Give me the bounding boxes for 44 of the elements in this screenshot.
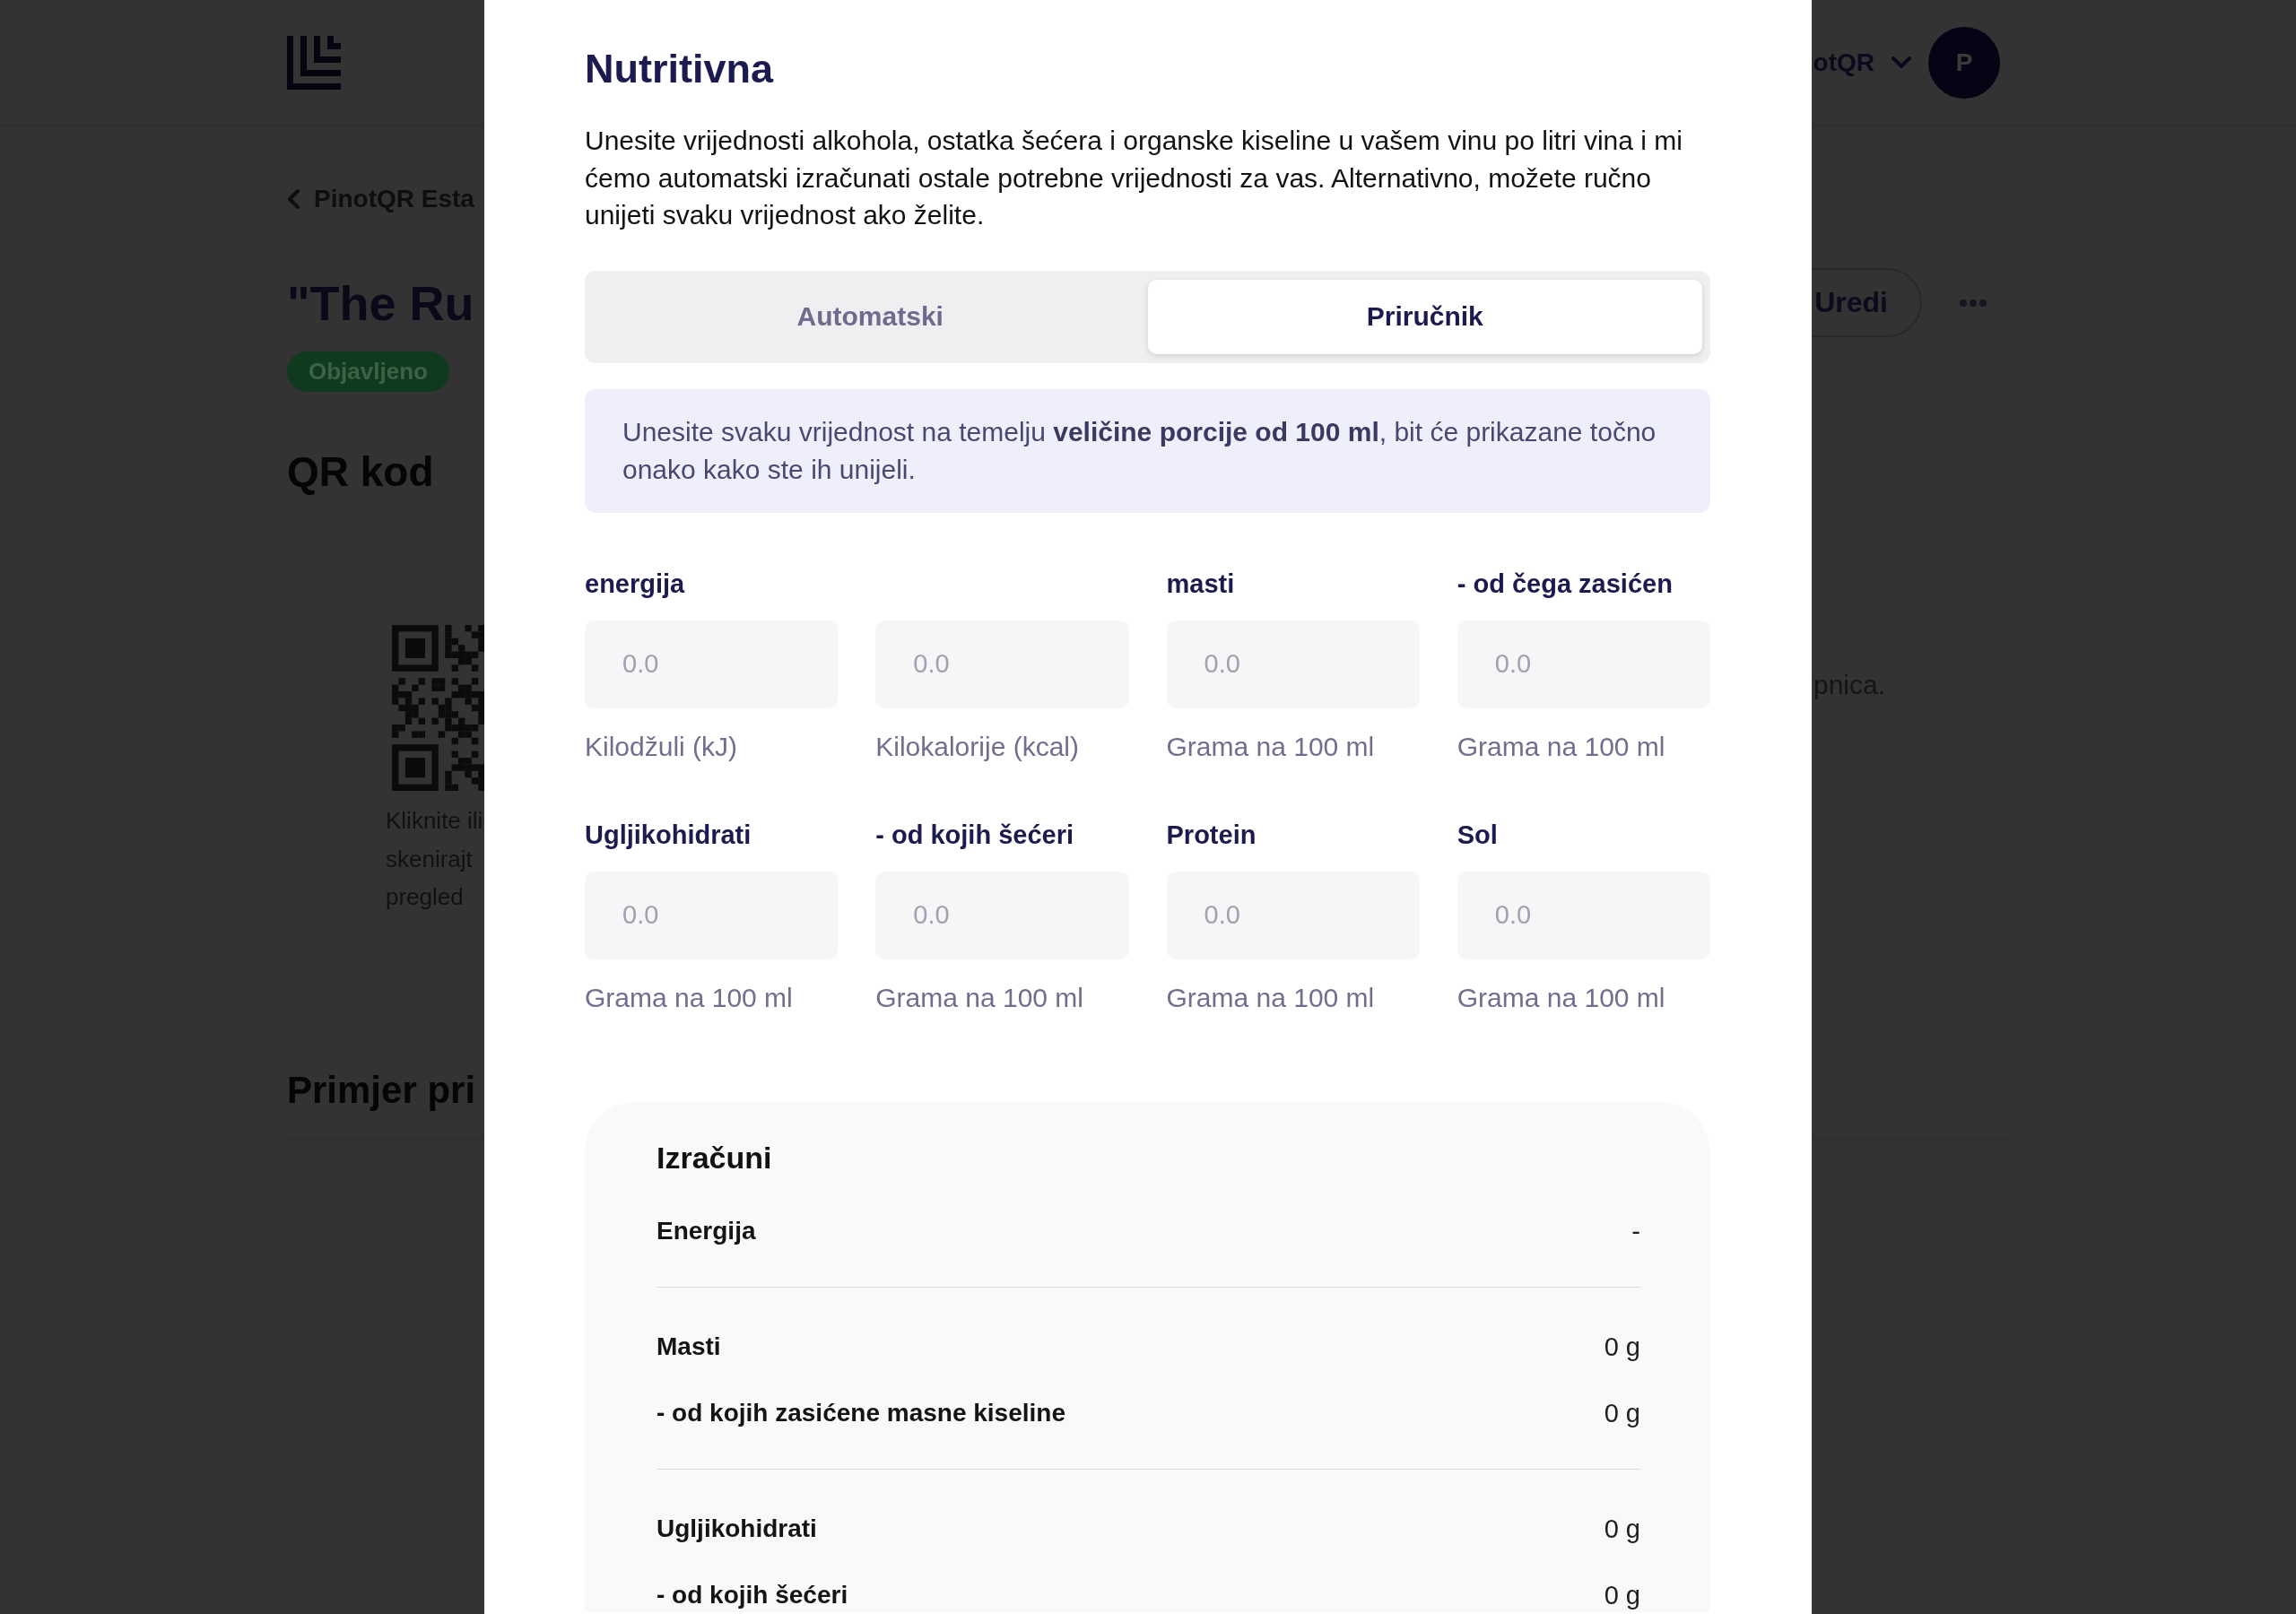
input-field[interactable]: 0.0 — [1166, 620, 1420, 708]
nutrient-value: 0 g — [1604, 1514, 1640, 1543]
input-field[interactable]: 0.0 — [875, 871, 1129, 959]
tab[interactable]: Priručnik — [1147, 279, 1702, 354]
logo-icon[interactable] — [287, 36, 341, 90]
field-label: Ugljikohidrati — [585, 819, 752, 851]
field-label: - od kojih šećeri — [875, 819, 1074, 851]
field-label: Sol — [1457, 819, 1498, 851]
nutrient-value: 0 g — [1604, 1332, 1640, 1361]
field-hint: Grama na 100 ml — [1457, 730, 1665, 763]
nutrient-label: Masti — [657, 1332, 721, 1361]
input-field[interactable]: 0.0 — [585, 620, 839, 708]
nutrient-label: Energija — [657, 1216, 756, 1245]
nutrient-value: 0 g — [1604, 1398, 1640, 1427]
input-field[interactable]: 0.0 — [1457, 620, 1710, 708]
nutrient-value: 0 g — [1604, 1580, 1640, 1610]
field-label: - od čega zasićen — [1457, 568, 1673, 600]
field-label: masti — [1166, 568, 1235, 600]
field-hint: Kilodžuli (kJ) — [585, 730, 738, 763]
modal-description: Unesite vrijednosti alkohola, ostatka šećera i organske kiseline u vašem vinu po litri vina i mi ćemo automatski izračunati ostale potrebne vrijednosti za vas. Alternativno, možete ručno unijeti svaku vrijednost ako želite. — [585, 125, 1683, 231]
input-field[interactable]: 0.0 — [1166, 871, 1420, 959]
nutrient-label: - od kojih šećeri — [657, 1580, 848, 1610]
field-hint: Grama na 100 ml — [1166, 730, 1375, 763]
info-note: Unesite svaku vrijednost na temelju veličine porcije od 100 ml, bit će prikazane točno onako kako ste ih unijeli. — [585, 388, 1710, 513]
ellipsis-icon[interactable] — [1960, 299, 1987, 307]
field-hint: Grama na 100 ml — [1166, 981, 1375, 1014]
nutrient-value: - — [1631, 1216, 1640, 1245]
field-hint: Grama na 100 ml — [585, 981, 793, 1014]
modal-title: Nutritivna — [585, 45, 773, 93]
input-field[interactable]: 0.0 — [875, 620, 1129, 708]
chevron-left-icon — [287, 189, 300, 209]
nutrient-label: - od kojih zasićene masne kiseline — [657, 1398, 1065, 1427]
field-hint: Grama na 100 ml — [1457, 981, 1665, 1014]
field-hint: Kilokalorije (kcal) — [875, 730, 1079, 763]
chevron-down-icon — [1892, 56, 1911, 69]
tab[interactable]: Automatski — [593, 279, 1148, 354]
field-hint: Grama na 100 ml — [875, 981, 1084, 1014]
input-field[interactable]: 0.0 — [1457, 871, 1710, 959]
field-label: energija — [585, 568, 685, 600]
card-title: Izračuni — [657, 1139, 772, 1176]
field-label: Protein — [1166, 819, 1257, 851]
nutrient-label: Ugljikohidrati — [657, 1514, 817, 1543]
input-field[interactable]: 0.0 — [585, 871, 839, 959]
qr-code-icon[interactable] — [392, 625, 485, 791]
